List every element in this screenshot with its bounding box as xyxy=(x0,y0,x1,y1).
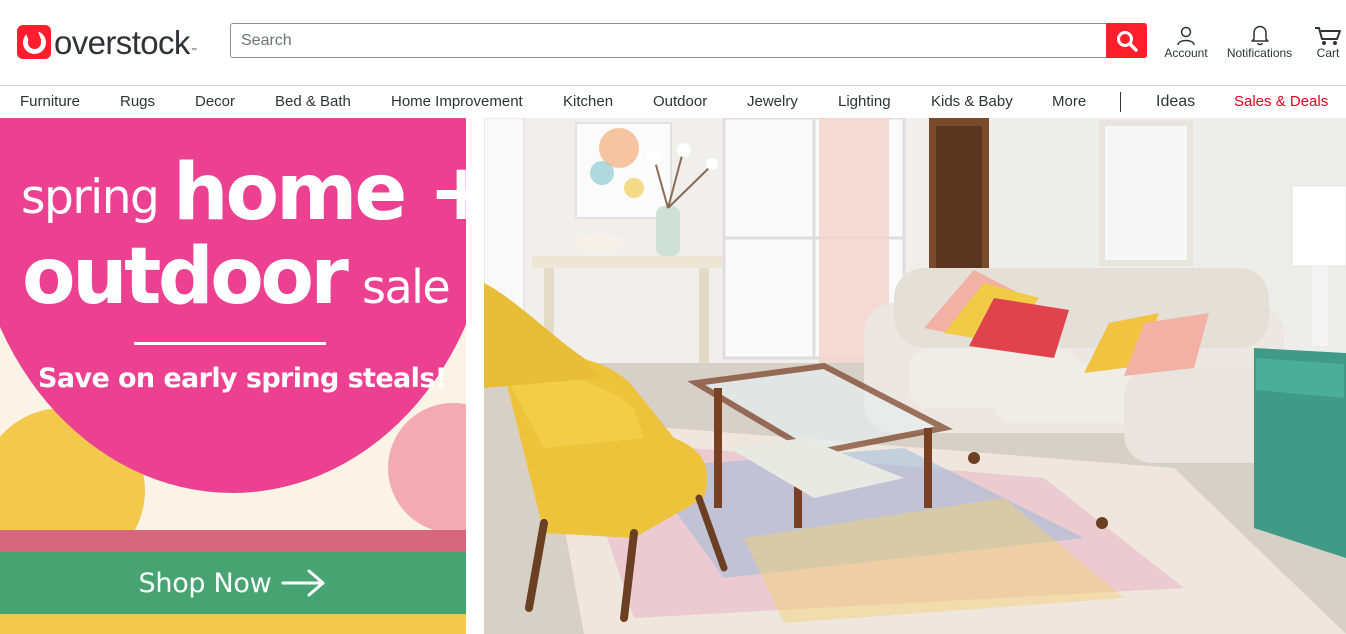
headline-sale: sale xyxy=(362,260,451,314)
cart-link[interactable]: Cart xyxy=(1310,24,1346,60)
nav-item-rugs[interactable]: Rugs xyxy=(120,86,155,118)
nav-item-sales-deals[interactable]: Sales & Deals xyxy=(1234,86,1328,118)
hero-banner: spring home + outdoor sale Save on early… xyxy=(0,118,1346,634)
nav-item-bed-bath[interactable]: Bed & Bath xyxy=(275,86,351,118)
notifications-link[interactable]: Notifications xyxy=(1222,24,1297,60)
living-room-photo[interactable] xyxy=(484,118,1346,634)
bell-icon xyxy=(1250,25,1269,46)
decor-rose-band xyxy=(0,530,466,552)
nav-divider xyxy=(1120,92,1121,112)
arrow-right-icon xyxy=(281,569,325,597)
nav-item-more[interactable]: More xyxy=(1052,86,1086,118)
notifications-label: Notifications xyxy=(1226,46,1293,60)
nav-item-kitchen[interactable]: Kitchen xyxy=(563,86,613,118)
promo-tagline: Save on early spring steals! xyxy=(38,363,447,394)
account-link[interactable]: Account xyxy=(1161,24,1211,60)
search-bar xyxy=(230,23,1147,58)
headline-divider xyxy=(134,342,326,345)
search-input[interactable] xyxy=(231,24,1105,57)
search-button[interactable] xyxy=(1106,23,1147,58)
logo-trademark: ™ xyxy=(190,48,197,54)
site-header: overstock ™ Account Notifications xyxy=(0,0,1346,86)
nav-item-decor[interactable]: Decor xyxy=(195,86,235,118)
magnifier-icon xyxy=(1116,30,1138,52)
cart-label: Cart xyxy=(1316,46,1340,60)
nav-item-outdoor[interactable]: Outdoor xyxy=(653,86,707,118)
nav-item-ideas[interactable]: Ideas xyxy=(1156,86,1195,118)
nav-item-lighting[interactable]: Lighting xyxy=(838,86,891,118)
headline-spring: spring xyxy=(21,170,160,225)
shop-now-button[interactable]: Shop Now xyxy=(0,552,466,614)
nav-item-furniture[interactable]: Furniture xyxy=(20,86,80,118)
headline-outdoor: outdoor xyxy=(22,232,349,322)
category-nav: Furniture Rugs Decor Bed & Bath Home Imp… xyxy=(0,86,1346,118)
nav-item-kids-baby[interactable]: Kids & Baby xyxy=(931,86,1013,118)
overstock-logo[interactable]: overstock ™ xyxy=(17,24,197,60)
decor-yellow-band xyxy=(0,614,466,634)
nav-item-home-improvement[interactable]: Home Improvement xyxy=(391,86,523,118)
person-icon xyxy=(1177,26,1195,46)
cart-icon xyxy=(1315,27,1341,45)
shop-now-label: Shop Now xyxy=(138,567,272,599)
logo-text: overstock xyxy=(54,23,190,61)
logo-mark-icon xyxy=(17,25,51,59)
account-label: Account xyxy=(1164,46,1208,60)
headline-home: home + xyxy=(173,148,484,238)
promo-panel[interactable]: spring home + outdoor sale Save on early… xyxy=(0,118,484,634)
nav-item-jewelry[interactable]: Jewelry xyxy=(747,86,798,118)
